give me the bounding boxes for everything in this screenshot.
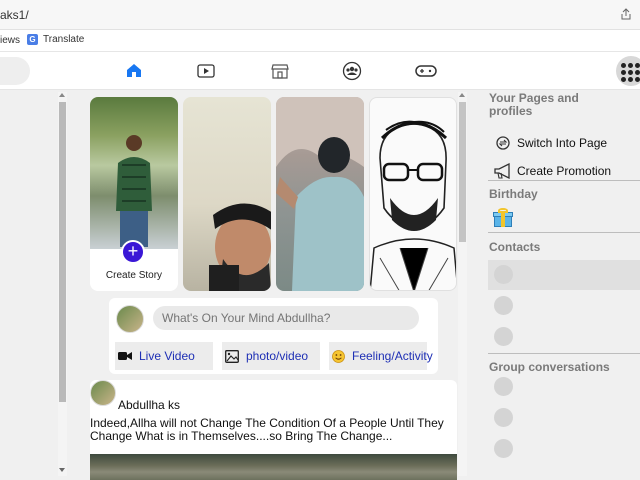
feeling-activity-label: Feeling/Activity <box>352 349 433 363</box>
nav-marketplace-button[interactable] <box>266 60 294 82</box>
post-author-name[interactable]: Abdullha ks <box>118 398 180 412</box>
post-text: Indeed,Allha will not Change The Conditi… <box>90 417 450 443</box>
story-create[interactable]: + Create Story <box>90 97 178 291</box>
contacts-heading: Contacts <box>489 240 541 254</box>
divider <box>488 353 640 354</box>
post-composer: Live Video photo/video Feeling/Activity <box>109 298 438 374</box>
avatar[interactable] <box>116 305 144 333</box>
bookmark-news[interactable]: iews <box>0 35 20 46</box>
photo-video-button[interactable]: photo/video <box>222 342 320 370</box>
nav-watch-button[interactable] <box>192 60 220 82</box>
group-item[interactable] <box>488 434 640 464</box>
grid-menu-icon[interactable] <box>616 56 640 86</box>
feed-scrollbar-right[interactable] <box>458 92 467 476</box>
scroll-down-arrow-icon[interactable] <box>59 468 65 472</box>
create-story-label: Create Story <box>105 270 163 281</box>
pages-profiles-heading: Your Pages and profiles <box>489 91 579 118</box>
video-camera-icon <box>118 349 132 363</box>
share-icon[interactable] <box>620 8 632 20</box>
feeling-activity-button[interactable]: Feeling/Activity <box>329 342 433 370</box>
person-image <box>116 135 152 247</box>
browser-url-bar[interactable]: aks1/ <box>0 0 640 30</box>
create-promotion-label: Create Promotion <box>517 164 612 178</box>
live-video-label: Live Video <box>139 349 195 363</box>
story-image <box>370 120 456 290</box>
smiley-icon <box>332 349 345 363</box>
story-card[interactable] <box>276 97 364 291</box>
photo-video-label: photo/video <box>246 349 309 363</box>
scroll-thumb[interactable] <box>59 102 66 402</box>
story-card[interactable] <box>183 97 271 291</box>
home-icon <box>127 64 141 77</box>
status-input[interactable] <box>153 306 419 330</box>
avatar <box>494 296 513 315</box>
image-icon <box>225 349 239 363</box>
avatar <box>494 408 513 427</box>
video-icon <box>197 64 215 78</box>
story-create-photo <box>90 97 178 249</box>
scroll-thumb[interactable] <box>459 102 466 242</box>
scroll-up-arrow-icon[interactable] <box>459 93 465 97</box>
left-pane <box>0 90 58 480</box>
post-image[interactable] <box>90 454 457 480</box>
nav-groups-button[interactable] <box>338 60 366 82</box>
create-promotion-item[interactable]: Create Promotion <box>493 162 611 180</box>
right-sidebar: Your Pages and profiles Switch Into Page… <box>488 90 640 480</box>
contact-item[interactable] <box>488 291 640 321</box>
story-image <box>209 203 271 291</box>
switch-into-page-label: Switch Into Page <box>517 136 608 150</box>
nav-gaming-button[interactable] <box>412 60 440 82</box>
feed-post: Abdullha ks Indeed,Allha will not Change… <box>90 380 457 480</box>
bookmarks-bar: iews G Translate <box>0 30 640 52</box>
avatar <box>494 327 513 346</box>
nav-home-button[interactable] <box>120 60 148 82</box>
translate-icon: G <box>27 34 38 45</box>
group-item[interactable] <box>488 372 640 402</box>
bookmark-translate[interactable]: G Translate <box>27 34 84 45</box>
story-card[interactable] <box>369 97 457 291</box>
marketplace-icon <box>271 64 289 79</box>
post-author-avatar[interactable] <box>90 380 116 406</box>
contact-item[interactable] <box>488 260 640 290</box>
divider <box>488 232 640 233</box>
feed-scrollbar-left[interactable] <box>58 92 67 476</box>
birthday-heading: Birthday <box>489 187 538 201</box>
add-story-button[interactable]: + <box>121 240 145 264</box>
bookmark-translate-label: Translate <box>43 34 85 45</box>
switch-icon <box>493 134 513 152</box>
divider <box>488 180 640 181</box>
megaphone-icon <box>493 162 513 180</box>
post-text-line-2: Change What is in Themselves....so Bring… <box>90 429 393 443</box>
live-video-button[interactable]: Live Video <box>115 342 213 370</box>
gift-icon[interactable] <box>493 208 513 228</box>
avatar <box>494 377 513 396</box>
avatar <box>494 265 513 284</box>
group-item[interactable] <box>488 403 640 433</box>
avatar <box>494 439 513 458</box>
top-navbar <box>0 52 640 90</box>
search-input[interactable] <box>0 57 30 85</box>
url-text[interactable]: aks1/ <box>0 8 29 22</box>
gaming-icon <box>415 65 437 77</box>
contact-item[interactable] <box>488 322 640 352</box>
groups-icon <box>342 61 362 81</box>
scroll-up-arrow-icon[interactable] <box>59 93 65 97</box>
story-image <box>276 97 364 291</box>
switch-into-page-item[interactable]: Switch Into Page <box>493 134 607 152</box>
